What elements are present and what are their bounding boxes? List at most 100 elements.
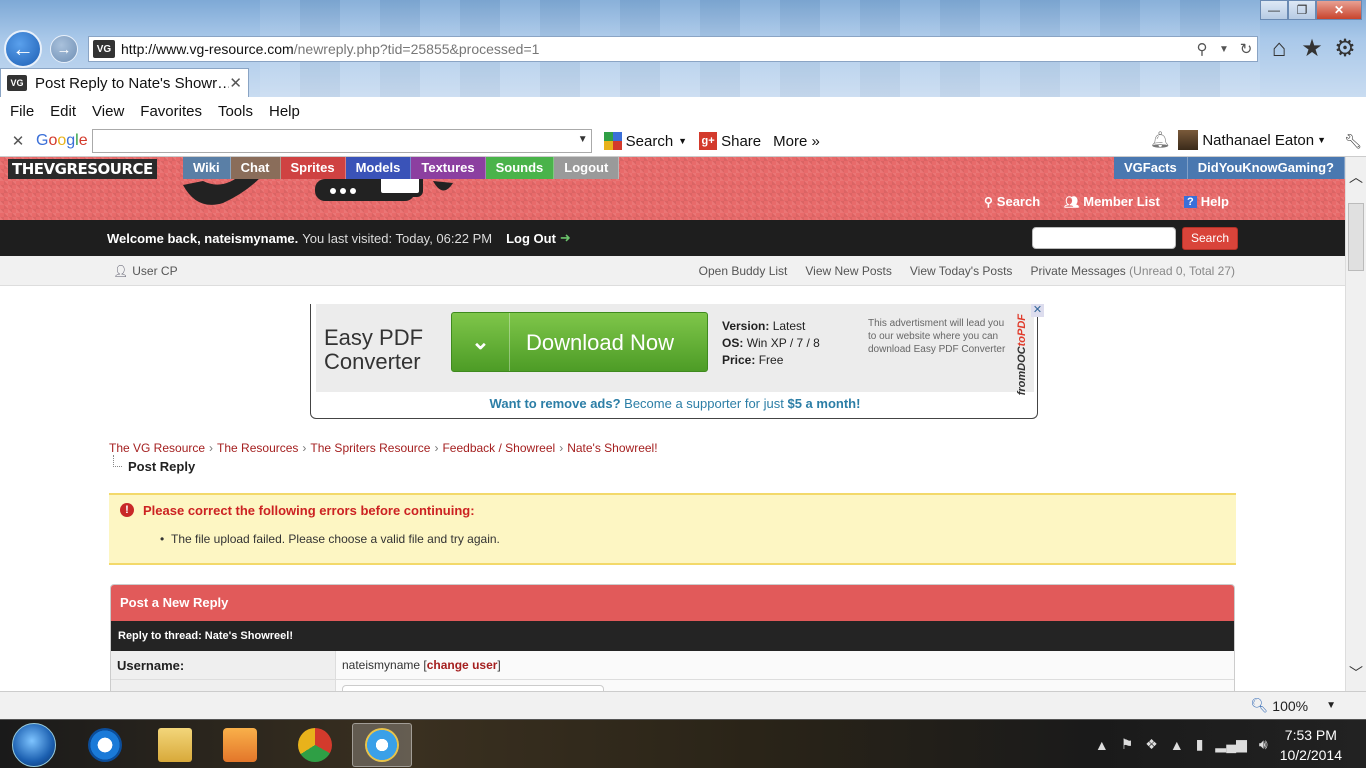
nav-wiki[interactable]: Wiki xyxy=(183,157,231,179)
google-account[interactable]: 🔔︎ Nathanael Eaton ▼ xyxy=(1150,130,1326,150)
header-search-link[interactable]: ⚲ Search xyxy=(984,194,1040,209)
private-messages-link[interactable]: Private Messages (Unread 0, Total 27) xyxy=(1030,264,1235,278)
taskbar-app-chrome[interactable] xyxy=(285,723,345,767)
share-button[interactable]: g+ Share xyxy=(699,132,761,150)
user-cp-link[interactable]: 👤︎ User CP xyxy=(113,264,178,278)
help-icon: ? xyxy=(1184,195,1197,208)
google-drive-icon[interactable]: ▲ xyxy=(1170,737,1184,753)
dropbox-icon[interactable]: ❖ xyxy=(1145,736,1158,753)
menu-view[interactable]: View xyxy=(92,103,124,120)
change-user-link[interactable]: change user xyxy=(427,658,498,672)
view-todays-posts-link[interactable]: View Today's Posts xyxy=(910,264,1013,278)
google-plus-icon: g+ xyxy=(699,132,718,150)
last-visit-text: You last visited: Today, 06:22 PM xyxy=(302,230,493,246)
breadcrumb-feedback-showreel[interactable]: Feedback / Showreel xyxy=(442,441,555,455)
nav-vgfacts[interactable]: VGFacts xyxy=(1114,157,1188,179)
tab-close-icon[interactable]: ✕ xyxy=(229,74,242,92)
member-list-link[interactable]: 👥︎ Member List xyxy=(1064,194,1160,209)
nav-sounds[interactable]: Sounds xyxy=(485,157,555,179)
battery-icon[interactable]: ▮ xyxy=(1196,736,1204,753)
search-icon[interactable]: ⚲ xyxy=(1191,40,1213,58)
breadcrumb-thread[interactable]: Nate's Showreel! xyxy=(567,441,657,455)
network-signal-icon[interactable]: ▂▄▆ xyxy=(1215,736,1246,753)
wrench-icon[interactable]: 🔧︎ xyxy=(1344,133,1362,150)
scroll-up-icon[interactable]: ︿ xyxy=(1349,167,1363,187)
clock[interactable]: 7:53 PM 10/2/2014 xyxy=(1280,725,1342,765)
quick-search-input[interactable] xyxy=(1032,227,1176,249)
google-search-input[interactable] xyxy=(91,129,592,153)
start-button[interactable] xyxy=(12,723,56,767)
media-player-icon xyxy=(223,728,257,762)
notification-bell-icon[interactable]: 🔔︎ xyxy=(1150,130,1170,150)
ad-download-label: Download Now xyxy=(526,330,674,355)
nav-didyouknowgaming[interactable]: DidYouKnowGaming? xyxy=(1187,157,1345,179)
error-title: Please correct the following errors befo… xyxy=(143,503,475,518)
members-icon: 👥︎ xyxy=(1064,194,1080,209)
close-window-button[interactable]: ✕ xyxy=(1316,0,1362,20)
scroll-thumb[interactable] xyxy=(1348,203,1364,271)
open-buddy-list-link[interactable]: Open Buddy List xyxy=(699,264,788,278)
welcome-bar: Welcome back, nateismyname. You last vis… xyxy=(0,220,1345,256)
ad-banner[interactable]: Easy PDF Converter ⌄ Download Now Version… xyxy=(316,304,1044,396)
zoom-control[interactable]: 🔍︎ 100% ▼ xyxy=(1251,697,1337,714)
ad-close-icon[interactable]: ✕ xyxy=(1031,304,1044,317)
dropdown-icon[interactable]: ▼ xyxy=(1213,44,1235,55)
site-logo[interactable]: THEVGRESOURCE xyxy=(8,159,157,179)
breadcrumb-the-resources[interactable]: The Resources xyxy=(217,441,298,455)
ad-title: Easy PDF Converter xyxy=(324,325,424,374)
settings-gear-icon[interactable]: ⚙ xyxy=(1330,34,1360,64)
ad-download-button[interactable]: ⌄ Download Now xyxy=(451,312,708,372)
help-link[interactable]: ? Help xyxy=(1184,194,1229,209)
breadcrumb-spriters-resource[interactable]: The Spriters Resource xyxy=(310,441,430,455)
breadcrumb-vg-resource[interactable]: The VG Resource xyxy=(109,441,205,455)
google-search-button[interactable]: Search ▼ xyxy=(603,132,687,150)
google-search-icon xyxy=(603,132,622,150)
nav-logout[interactable]: Logout xyxy=(554,157,620,179)
minimize-button[interactable]: — xyxy=(1260,0,1288,20)
view-new-posts-link[interactable]: View New Posts xyxy=(805,264,891,278)
volume-icon[interactable]: 🔊︎ xyxy=(1259,736,1268,753)
username-row: Username: nateismyname [change user] xyxy=(111,651,1234,680)
toolbar-close-icon[interactable]: ✕ xyxy=(0,132,36,150)
show-hidden-icons-icon[interactable]: ▲ xyxy=(1095,737,1109,753)
taskbar-app-explorer[interactable] xyxy=(145,723,205,767)
favorites-star-icon[interactable]: ★ xyxy=(1297,34,1327,64)
quick-search-button[interactable]: Search xyxy=(1182,227,1238,250)
avatar xyxy=(1178,130,1199,150)
taskbar-app-ie[interactable] xyxy=(352,723,412,767)
more-label: More » xyxy=(773,132,820,150)
home-icon[interactable]: ⌂ xyxy=(1264,34,1294,64)
taskbar-app-ccleaner[interactable] xyxy=(75,723,135,767)
forward-button[interactable]: → xyxy=(50,35,78,63)
nav-sprites[interactable]: Sprites xyxy=(280,157,346,179)
back-button[interactable]: ← xyxy=(4,30,42,68)
action-center-flag-icon[interactable]: ⚑ xyxy=(1121,736,1134,753)
maximize-button[interactable]: ❐ xyxy=(1288,0,1316,20)
site-header: THEVGRESOURCE Wiki Chat Sprites Models T… xyxy=(0,157,1345,220)
menu-favorites[interactable]: Favorites xyxy=(140,103,202,120)
tab-post-reply[interactable]: VG Post Reply to Nate's Showr… ✕ xyxy=(0,68,249,97)
url-domain: http://www.vg-resource.com xyxy=(121,41,294,57)
menu-file[interactable]: File xyxy=(10,103,34,120)
menu-help[interactable]: Help xyxy=(269,103,300,120)
remove-ads-link[interactable]: Want to remove ads? Become a supporter f… xyxy=(311,396,1039,411)
taskbar-app-media[interactable] xyxy=(210,723,270,767)
url-text[interactable]: http://www.vg-resource.com/newreply.php?… xyxy=(121,41,1191,57)
menu-tools[interactable]: Tools xyxy=(218,103,253,120)
log-out-link[interactable]: Log Out xyxy=(506,231,556,246)
post-reply-form: Post a New Reply Reply to thread: Nate's… xyxy=(110,584,1235,691)
refresh-icon[interactable]: ↻ xyxy=(1235,40,1257,58)
more-button[interactable]: More » xyxy=(773,133,820,150)
ad-brand-logo: fromDOCtoPDF xyxy=(1016,314,1028,396)
nav-textures[interactable]: Textures xyxy=(411,157,486,179)
nav-chat[interactable]: Chat xyxy=(230,157,281,179)
menu-edit[interactable]: Edit xyxy=(50,103,76,120)
scroll-down-icon[interactable]: ﹀ xyxy=(1349,663,1363,683)
page-scrollbar[interactable]: ︿ ﹀ xyxy=(1345,157,1366,691)
error-icon: ! xyxy=(120,503,134,517)
error-box: ! Please correct the following errors be… xyxy=(109,493,1236,565)
tab-favicon: VG xyxy=(7,75,27,91)
subject-value xyxy=(336,680,1234,691)
address-bar[interactable]: VG http://www.vg-resource.com/newreply.p… xyxy=(88,36,1258,62)
nav-models[interactable]: Models xyxy=(345,157,412,179)
